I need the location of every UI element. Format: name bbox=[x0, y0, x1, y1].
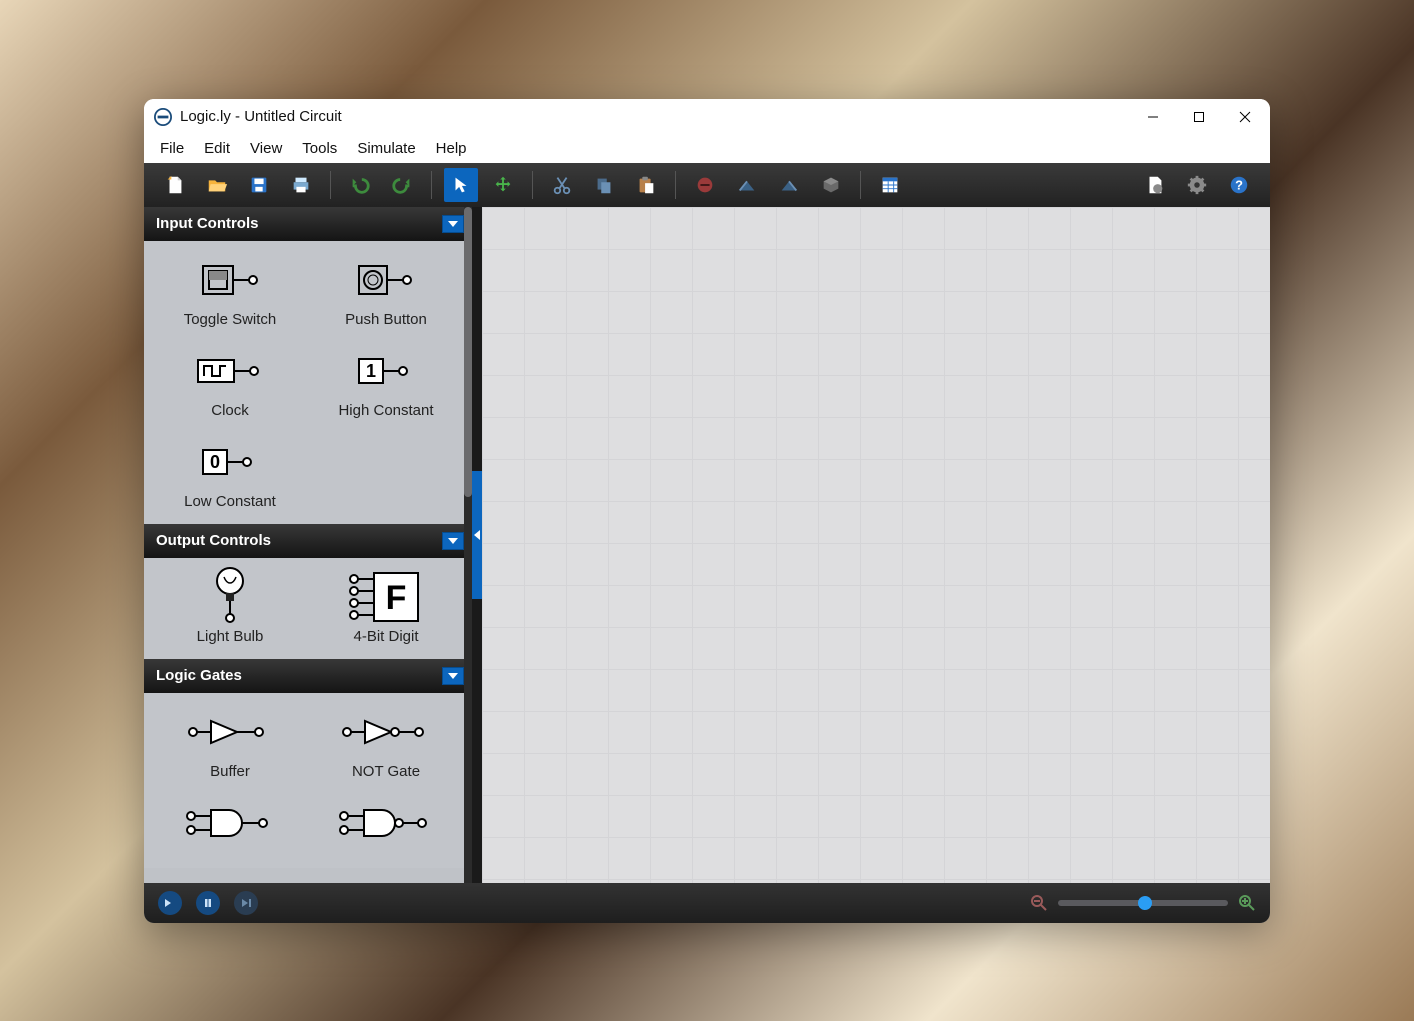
sidebar-scrollbar-thumb[interactable] bbox=[464, 207, 472, 497]
component-clock[interactable]: Clock bbox=[152, 346, 308, 419]
high-constant-icon: 1 bbox=[351, 346, 421, 396]
section-header-output-controls[interactable]: Output Controls bbox=[144, 524, 472, 558]
component-push-button[interactable]: Push Button bbox=[308, 255, 464, 328]
pause-simulation-button[interactable] bbox=[196, 891, 220, 915]
component-label: Buffer bbox=[210, 763, 250, 780]
zoom-controls bbox=[1030, 894, 1256, 912]
component-toggle-switch[interactable]: Toggle Switch bbox=[152, 255, 308, 328]
section-header-logic-gates[interactable]: Logic Gates bbox=[144, 659, 472, 693]
pan-tool-button[interactable] bbox=[486, 168, 520, 202]
content-area: Input Controls Toggle Switch Push Button… bbox=[144, 207, 1270, 883]
export-button[interactable] bbox=[1138, 168, 1172, 202]
section-title: Input Controls bbox=[156, 215, 258, 232]
menu-simulate[interactable]: Simulate bbox=[347, 136, 425, 161]
component-low-constant[interactable]: 0 Low Constant bbox=[152, 437, 308, 510]
menu-tools[interactable]: Tools bbox=[292, 136, 347, 161]
paste-button[interactable] bbox=[629, 168, 663, 202]
menu-edit[interactable]: Edit bbox=[194, 136, 240, 161]
push-button-icon bbox=[351, 255, 421, 305]
light-bulb-icon bbox=[210, 572, 250, 622]
menu-view[interactable]: View bbox=[240, 136, 292, 161]
component-label: Toggle Switch bbox=[184, 311, 277, 328]
circuit-canvas[interactable] bbox=[482, 207, 1270, 883]
component-label: High Constant bbox=[338, 402, 433, 419]
section-header-input-controls[interactable]: Input Controls bbox=[144, 207, 472, 241]
pointer-tool-button[interactable] bbox=[444, 168, 478, 202]
help-button[interactable]: ? bbox=[1222, 168, 1256, 202]
cut-button[interactable] bbox=[545, 168, 579, 202]
new-file-button[interactable] bbox=[158, 168, 192, 202]
four-bit-digit-icon: F bbox=[346, 572, 426, 622]
toolbar: ? bbox=[144, 163, 1270, 207]
component-label: 4-Bit Digit bbox=[353, 628, 418, 645]
component-label: Low Constant bbox=[184, 493, 276, 510]
nand-gate-icon bbox=[336, 798, 436, 848]
settings-button[interactable] bbox=[1180, 168, 1214, 202]
zoom-slider-thumb[interactable] bbox=[1138, 896, 1152, 910]
svg-text:?: ? bbox=[1235, 177, 1243, 192]
maximize-button[interactable] bbox=[1176, 102, 1222, 132]
statusbar bbox=[144, 883, 1270, 923]
component-light-bulb[interactable]: Light Bulb bbox=[152, 572, 308, 645]
menu-file[interactable]: File bbox=[150, 136, 194, 161]
component-and-gate[interactable] bbox=[152, 798, 308, 854]
menu-help[interactable]: Help bbox=[426, 136, 477, 161]
zoom-slider[interactable] bbox=[1058, 900, 1228, 906]
clock-icon bbox=[190, 346, 270, 396]
section-body-logic-gates: Buffer NOT Gate bbox=[144, 693, 472, 868]
component-label: Light Bulb bbox=[197, 628, 264, 645]
rotate-left-button[interactable] bbox=[730, 168, 764, 202]
window-title: Logic.ly - Untitled Circuit bbox=[180, 108, 342, 125]
svg-text:F: F bbox=[386, 579, 407, 617]
and-gate-icon bbox=[183, 798, 278, 848]
undo-button[interactable] bbox=[343, 168, 377, 202]
redo-button[interactable] bbox=[385, 168, 419, 202]
buffer-icon bbox=[185, 707, 275, 757]
svg-text:0: 0 bbox=[210, 452, 220, 472]
app-icon bbox=[154, 108, 172, 126]
low-constant-icon: 0 bbox=[195, 437, 265, 487]
minimize-button[interactable] bbox=[1130, 102, 1176, 132]
create-ic-button[interactable] bbox=[814, 168, 848, 202]
menubar: File Edit View Tools Simulate Help bbox=[144, 135, 1270, 163]
collapse-button[interactable] bbox=[442, 532, 464, 550]
component-label: NOT Gate bbox=[352, 763, 420, 780]
component-four-bit-digit[interactable]: F 4-Bit Digit bbox=[308, 572, 464, 645]
collapse-button[interactable] bbox=[442, 215, 464, 233]
not-gate-icon bbox=[339, 707, 434, 757]
print-button[interactable] bbox=[284, 168, 318, 202]
save-button[interactable] bbox=[242, 168, 276, 202]
section-body-input-controls: Toggle Switch Push Button Clock 1 High C… bbox=[144, 241, 472, 524]
toggle-switch-icon bbox=[195, 255, 265, 305]
truth-table-button[interactable] bbox=[873, 168, 907, 202]
rotate-right-button[interactable] bbox=[772, 168, 806, 202]
component-high-constant[interactable]: 1 High Constant bbox=[308, 346, 464, 419]
close-button[interactable] bbox=[1222, 102, 1268, 132]
delete-button[interactable] bbox=[688, 168, 722, 202]
zoom-in-icon[interactable] bbox=[1238, 894, 1256, 912]
svg-text:1: 1 bbox=[366, 361, 376, 381]
section-title: Output Controls bbox=[156, 532, 271, 549]
zoom-out-icon[interactable] bbox=[1030, 894, 1048, 912]
component-label: Push Button bbox=[345, 311, 427, 328]
step-simulation-button[interactable] bbox=[234, 891, 258, 915]
section-title: Logic Gates bbox=[156, 667, 242, 684]
titlebar: Logic.ly - Untitled Circuit bbox=[144, 99, 1270, 135]
component-label: Clock bbox=[211, 402, 249, 419]
component-sidebar: Input Controls Toggle Switch Push Button… bbox=[144, 207, 472, 883]
restart-simulation-button[interactable] bbox=[158, 891, 182, 915]
sidebar-scrollbar[interactable] bbox=[464, 207, 472, 883]
open-file-button[interactable] bbox=[200, 168, 234, 202]
section-body-output-controls: Light Bulb F 4-Bit Digit bbox=[144, 558, 472, 659]
component-buffer[interactable]: Buffer bbox=[152, 707, 308, 780]
splitter[interactable] bbox=[472, 207, 482, 883]
application-window: Logic.ly - Untitled Circuit File Edit Vi… bbox=[144, 99, 1270, 923]
component-not-gate[interactable]: NOT Gate bbox=[308, 707, 464, 780]
collapse-sidebar-button[interactable] bbox=[472, 471, 482, 599]
copy-button[interactable] bbox=[587, 168, 621, 202]
collapse-button[interactable] bbox=[442, 667, 464, 685]
component-nand-gate[interactable] bbox=[308, 798, 464, 854]
